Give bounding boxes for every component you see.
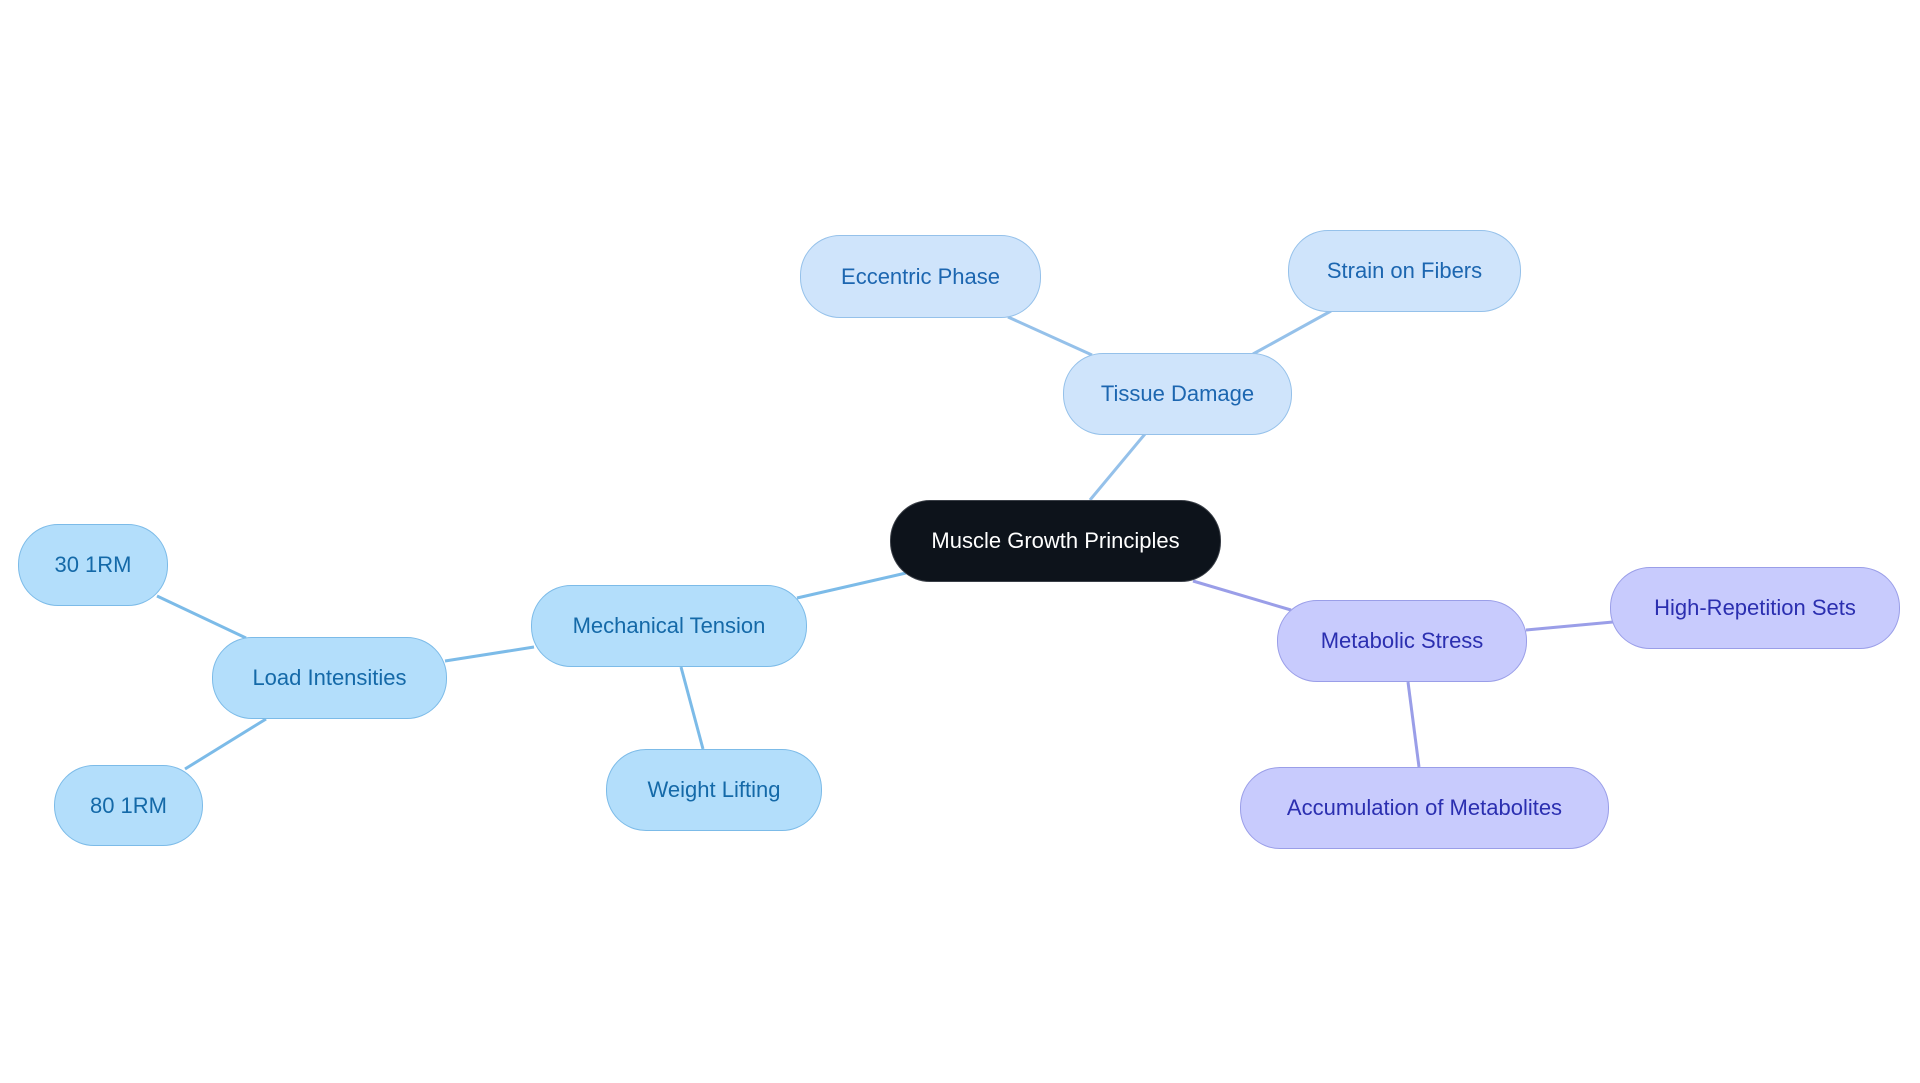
node-metabolic-stress[interactable]: Metabolic Stress [1277, 600, 1527, 682]
node-eccentric-phase[interactable]: Eccentric Phase [800, 235, 1041, 318]
edge-metabolic-highrep [1525, 620, 1614, 632]
node-30-1rm[interactable]: 30 1RM [18, 524, 168, 606]
node-load-intensities[interactable]: Load Intensities [212, 637, 447, 719]
edge-load-rm80 [184, 717, 267, 771]
edge-root-tissue [1088, 433, 1147, 501]
edge-mechanical-load [444, 645, 535, 663]
edge-tissue-strain [1252, 309, 1332, 356]
node-strain-on-fibers[interactable]: Strain on Fibers [1288, 230, 1521, 312]
node-high-repetition-sets[interactable]: High-Repetition Sets [1610, 567, 1900, 649]
edge-tissue-eccentric [1007, 315, 1093, 357]
node-80-1rm[interactable]: 80 1RM [54, 765, 203, 846]
node-muscle-growth-principles[interactable]: Muscle Growth Principles [890, 500, 1221, 582]
node-accumulation-of-metabolites[interactable]: Accumulation of Metabolites [1240, 767, 1609, 849]
node-weight-lifting[interactable]: Weight Lifting [606, 749, 822, 831]
node-tissue-damage[interactable]: Tissue Damage [1063, 353, 1292, 435]
edge-root-mechanical [796, 571, 907, 600]
edge-mechanical-weight [679, 666, 705, 750]
node-mechanical-tension[interactable]: Mechanical Tension [531, 585, 807, 667]
edge-root-metabolic [1192, 579, 1292, 612]
edge-metabolic-accum [1406, 681, 1421, 768]
edge-load-rm30 [156, 594, 247, 640]
